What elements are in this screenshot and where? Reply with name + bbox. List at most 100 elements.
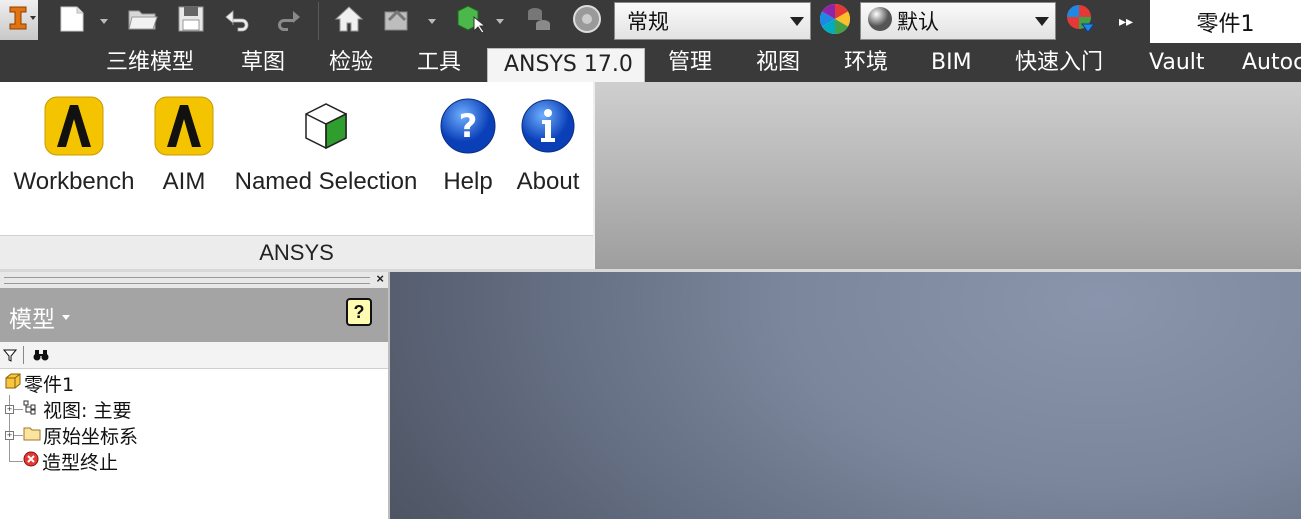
open-button[interactable] [122, 4, 164, 38]
parameters-button[interactable] [518, 4, 560, 38]
expand-icon[interactable]: + [5, 431, 14, 440]
aim-button[interactable]: AIM [152, 82, 216, 232]
view-rep-icon [23, 398, 41, 420]
workbench-label: Workbench [13, 168, 135, 195]
update-icon [381, 4, 413, 39]
browser-header: 模型 ? [0, 288, 388, 342]
clear-appearance-icon [1064, 2, 1098, 41]
tab-environments[interactable]: 环境 [844, 43, 888, 82]
application-menu-button[interactable] [0, 0, 38, 40]
color-wheel-icon [818, 2, 852, 41]
home-icon [333, 4, 365, 39]
browser-title[interactable]: 模型 [9, 300, 55, 334]
part-icon [4, 372, 22, 394]
select-button[interactable] [450, 4, 492, 38]
ribbon-tab-bar: 三维模型 草图 检验 工具 ANSYS 17.0 管理 视图 环境 BIM 快速… [0, 43, 1301, 82]
more-tools-button[interactable]: ▸▸ [1108, 4, 1144, 38]
appearance-icon [571, 3, 603, 40]
tree-node-label: 零件1 [24, 373, 75, 396]
update-dropdown[interactable] [424, 4, 440, 38]
tab-manage[interactable]: 管理 [668, 43, 712, 82]
ribbon-empty-area [593, 82, 1301, 270]
appearance-button[interactable] [566, 4, 608, 38]
tab-view[interactable]: 视图 [756, 43, 800, 82]
browser-help-icon[interactable]: ? [346, 298, 372, 326]
close-icon[interactable]: × [376, 271, 384, 286]
toolbar-separator [23, 346, 24, 364]
about-label: About [516, 168, 580, 195]
select-box-icon [454, 3, 488, 40]
ribbon-panel-title: ANSYS [0, 235, 593, 270]
open-folder-icon [127, 5, 159, 38]
ribbon-panel-ansys: Workbench AIM Named Selection ? Help Abo… [0, 82, 593, 270]
new-file-icon [57, 4, 89, 39]
save-icon [176, 4, 206, 39]
undo-icon [223, 5, 255, 38]
help-icon: ? [436, 94, 500, 158]
toolbar-separator [318, 2, 319, 40]
material-combo[interactable]: 默认 [860, 2, 1056, 40]
tab-bim[interactable]: BIM [931, 43, 972, 82]
update-button[interactable] [376, 4, 418, 38]
inventor-app-icon [4, 3, 34, 38]
tab-autodesk[interactable]: Autoc [1242, 43, 1301, 82]
appearance-style-value: 常规 [627, 10, 669, 34]
end-of-part-icon [23, 450, 39, 472]
tree-line [14, 409, 23, 410]
chevron-down-icon[interactable] [62, 315, 70, 320]
tree-node-part[interactable]: 零件1 [4, 370, 74, 396]
tab-ansys[interactable]: ANSYS 17.0 [487, 48, 645, 82]
chevron-down-icon [790, 17, 804, 26]
chevron-down-icon [30, 16, 36, 20]
svg-text:?: ? [459, 107, 478, 145]
redo-button[interactable] [266, 4, 308, 38]
aim-icon [152, 94, 216, 158]
named-selection-button[interactable]: Named Selection [228, 82, 424, 232]
save-button[interactable] [170, 4, 212, 38]
new-dropdown[interactable] [96, 4, 112, 38]
more-icon: ▸▸ [1118, 12, 1134, 29]
chevron-down-icon [100, 18, 108, 24]
undo-button[interactable] [218, 4, 260, 38]
chevron-down-icon [1035, 17, 1049, 26]
about-icon [516, 94, 580, 158]
tab-get-started[interactable]: 快速入门 [1015, 43, 1103, 82]
appearance-style-combo[interactable]: 常规 [614, 2, 811, 40]
redo-icon [271, 5, 303, 38]
material-value: 默认 [897, 10, 939, 34]
color-override-button[interactable] [814, 2, 856, 41]
new-button[interactable] [50, 4, 96, 38]
browser-tree: 零件1 + 视图: 主要 + 原始坐标系 造型终止 [0, 369, 388, 519]
binoculars-icon[interactable] [33, 348, 49, 367]
named-selection-label: Named Selection [234, 168, 418, 195]
tree-node-end-of-part[interactable]: 造型终止 [23, 448, 118, 474]
clear-appearance-button[interactable] [1060, 4, 1102, 38]
tree-node-label: 原始坐标系 [43, 425, 139, 448]
model-browser: × 模型 ? 零件1 + 视图: 主要 + 原始坐标系 造型终止 [0, 271, 390, 519]
tree-node-origin[interactable]: 原始坐标系 [23, 422, 138, 448]
tab-inspect[interactable]: 检验 [329, 43, 373, 82]
browser-grip-bar[interactable]: × [0, 271, 388, 288]
tab-sketch[interactable]: 草图 [241, 43, 285, 82]
help-button[interactable]: ? Help [438, 82, 498, 232]
tab-3d-model[interactable]: 三维模型 [106, 43, 194, 82]
tab-vault[interactable]: Vault [1149, 43, 1205, 82]
tab-tools[interactable]: 工具 [417, 43, 461, 82]
tree-node-view[interactable]: 视图: 主要 [23, 396, 131, 422]
about-button[interactable]: About [512, 82, 584, 232]
tree-line [14, 435, 23, 436]
expand-icon[interactable]: + [5, 405, 14, 414]
folder-icon [23, 424, 41, 446]
chevron-down-icon [496, 18, 504, 24]
workbench-button[interactable]: Workbench [8, 82, 140, 232]
tree-node-label: 视图: 主要 [43, 399, 132, 422]
grip-lines [4, 277, 370, 284]
filter-icon[interactable] [2, 348, 18, 367]
parameters-icon [524, 4, 554, 39]
material-sphere-icon [867, 6, 893, 37]
graphics-viewport[interactable] [390, 272, 1301, 519]
named-selection-icon [294, 94, 358, 158]
aim-label: AIM [162, 168, 206, 195]
select-dropdown[interactable] [492, 4, 508, 38]
home-view-button[interactable] [328, 4, 370, 38]
